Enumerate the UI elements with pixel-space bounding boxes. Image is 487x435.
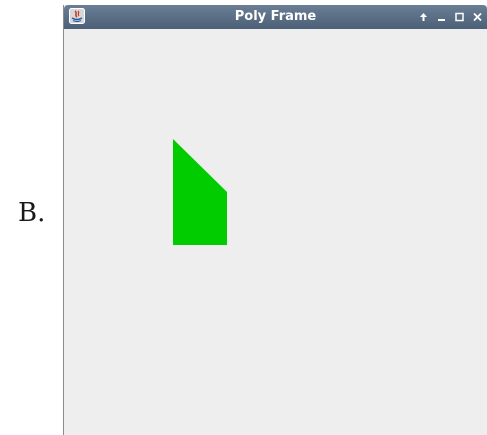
green-polygon	[173, 139, 227, 245]
maximize-icon[interactable]	[454, 11, 465, 23]
pin-icon[interactable]	[418, 11, 429, 23]
minimize-icon[interactable]	[436, 11, 447, 23]
canvas-svg	[173, 139, 227, 245]
title-bar[interactable]: Poly Frame	[64, 5, 487, 29]
page: B. Poly Frame	[0, 0, 487, 435]
poly-frame-window: Poly Frame	[63, 5, 487, 435]
drawing-canvas	[64, 29, 487, 435]
window-controls	[418, 9, 483, 25]
close-icon[interactable]	[472, 11, 483, 23]
option-label: B.	[18, 198, 46, 228]
